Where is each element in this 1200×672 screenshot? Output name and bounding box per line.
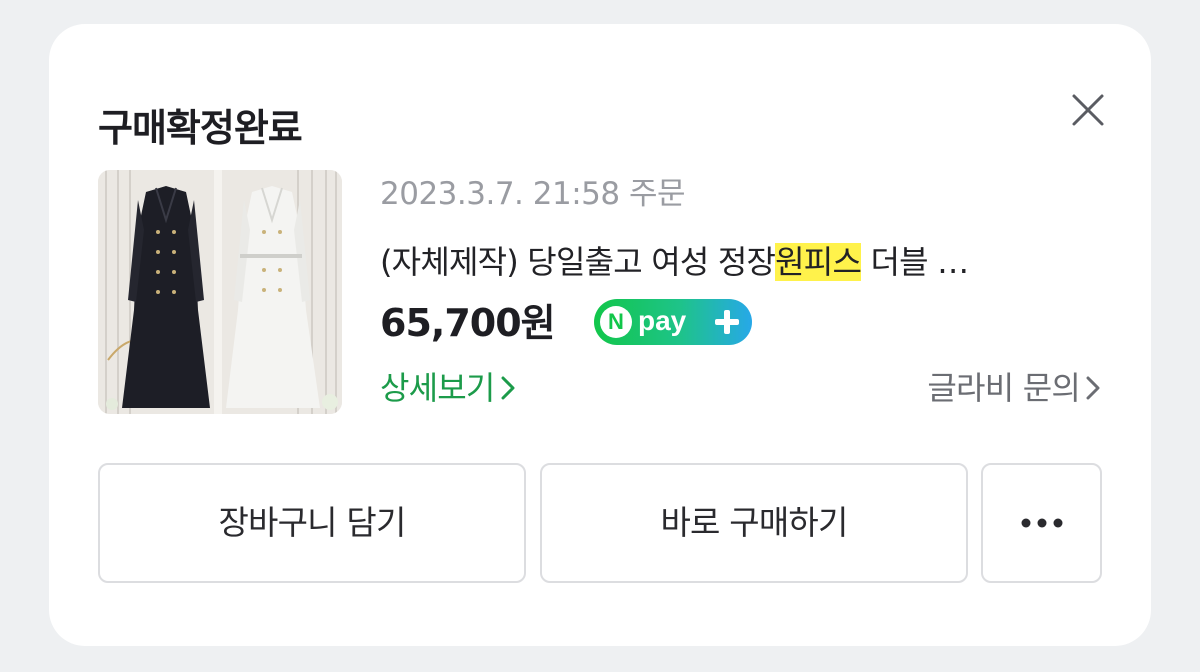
more-options-button[interactable] xyxy=(981,463,1102,583)
view-details-link[interactable]: 상세보기 xyxy=(380,364,517,412)
product-name[interactable]: (자체제작) 당일출고 여성 정장원피스 더블 … xyxy=(380,239,1102,285)
product-name-highlight: 원피스 xyxy=(775,243,862,281)
order-date: 2023.3.7. 21:58 주문 xyxy=(380,176,686,212)
product-name-prefix: (자체제작) 당일출고 여성 정장 xyxy=(380,243,776,281)
plus-icon xyxy=(712,307,742,337)
npay-n-logo: N xyxy=(600,306,632,338)
seller-inquiry-label: 글라비 문의 xyxy=(927,369,1080,407)
add-to-cart-button[interactable]: 장바구니 담기 xyxy=(98,463,526,583)
purchase-confirmed-card: 구매확정완료 2023.3.7. 21:58 주문 (자체제작) 당일출고 여성… xyxy=(49,24,1151,646)
product-name-suffix: 더블 … xyxy=(861,243,969,281)
npay-plus-badge: N pay xyxy=(594,299,752,345)
dress-photo xyxy=(98,170,342,414)
buy-now-button[interactable]: 바로 구매하기 xyxy=(540,463,968,583)
close-icon[interactable] xyxy=(1066,88,1110,132)
chevron-right-icon xyxy=(1086,376,1100,400)
product-price: 65,700원 xyxy=(380,301,556,345)
more-dots-icon xyxy=(1021,518,1062,528)
product-thumbnail[interactable] xyxy=(98,170,342,414)
page-title: 구매확정완료 xyxy=(98,106,303,150)
seller-inquiry-link[interactable]: 글라비 문의 xyxy=(927,364,1102,412)
chevron-right-icon xyxy=(501,376,515,400)
npay-label: pay xyxy=(638,305,687,336)
view-details-label: 상세보기 xyxy=(380,369,495,407)
